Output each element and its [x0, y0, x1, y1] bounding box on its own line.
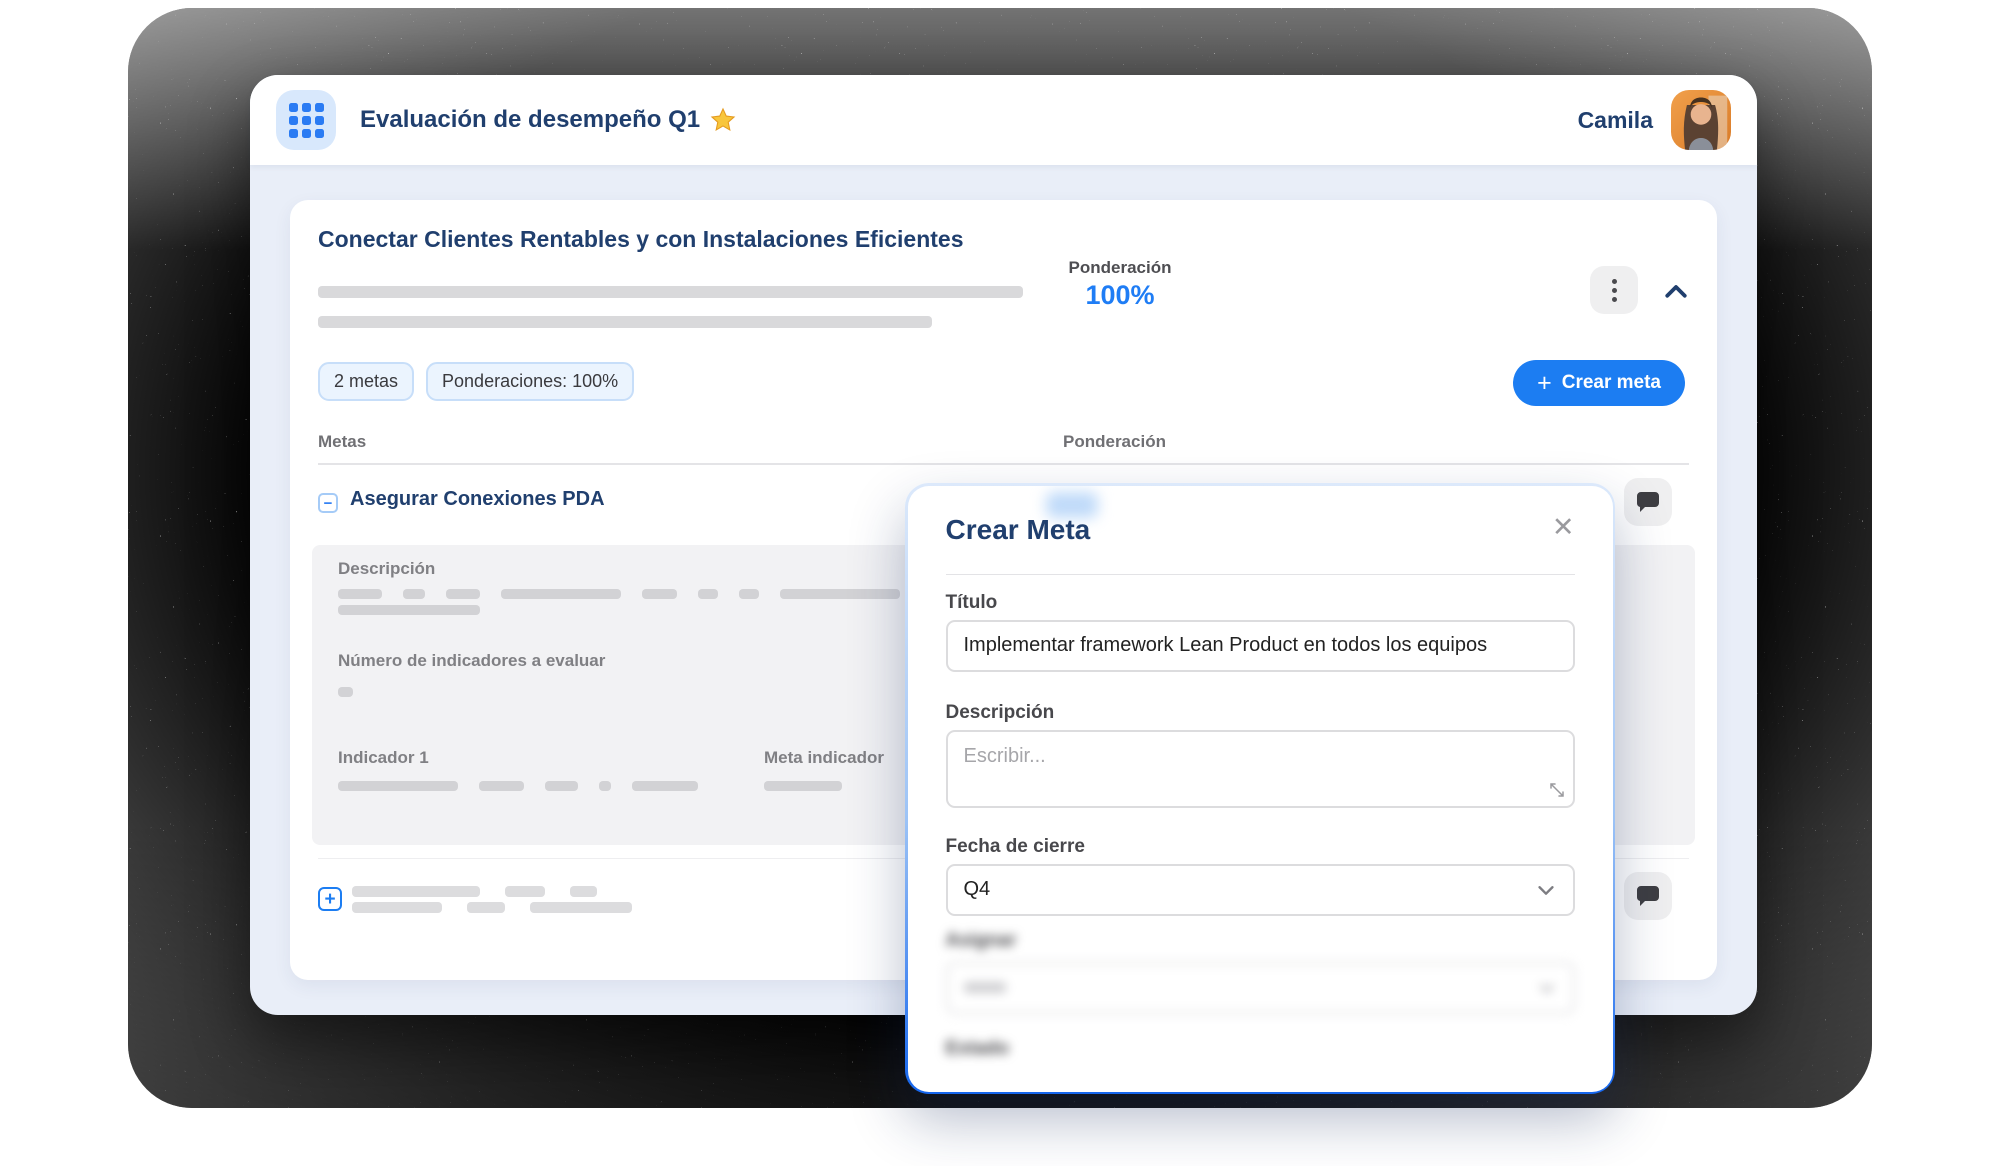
goal-count-badge: 2 metas — [318, 362, 414, 401]
plus-icon: + — [1537, 371, 1552, 396]
asignar-value-placeholder — [964, 982, 1006, 993]
skeleton-bar — [352, 902, 442, 913]
skeleton-bar — [764, 781, 842, 791]
comment-icon — [1636, 885, 1660, 907]
skeleton-bar — [739, 589, 759, 599]
skeleton-bar — [599, 781, 611, 791]
titulo-label: Título — [946, 592, 998, 614]
skeleton-bar — [642, 589, 677, 599]
asignar-select[interactable] — [946, 962, 1575, 1014]
skeleton-bar — [352, 886, 480, 897]
fecha-cierre-value: Q4 — [964, 878, 991, 901]
descripcion-textarea[interactable] — [946, 730, 1575, 808]
expand-goal-button[interactable]: + — [318, 887, 342, 911]
skeleton-bar — [632, 781, 698, 791]
indicators-count-label: Número de indicadores a evaluar — [338, 651, 605, 671]
skeleton-bar — [338, 589, 382, 599]
weight-label: Ponderación — [1035, 258, 1205, 278]
kebab-icon — [1612, 297, 1617, 302]
skeleton-bar — [403, 589, 425, 599]
fecha-cierre-select[interactable]: Q4 — [946, 864, 1575, 916]
goal-comment-button[interactable] — [1624, 478, 1672, 526]
goal-row-title: Asegurar Conexiones PDA — [350, 488, 605, 511]
collapse-goal-button[interactable]: − — [318, 493, 338, 513]
asignar-label: Asignar — [946, 930, 1575, 952]
goal-comment-button[interactable] — [1624, 872, 1672, 920]
kebab-icon — [1612, 279, 1617, 284]
plus-icon: + — [324, 890, 335, 909]
skeleton-bar — [338, 687, 353, 697]
skeleton-bar — [505, 886, 545, 897]
user-name: Camila — [1578, 107, 1653, 134]
skeleton-bar — [446, 589, 480, 599]
chevron-down-icon — [1535, 879, 1557, 901]
skeleton-bar — [530, 902, 632, 913]
objective-badges: 2 metas Ponderaciones: 100% — [318, 362, 634, 401]
weights-badge: Ponderaciones: 100% — [426, 362, 634, 401]
titulo-input[interactable] — [946, 620, 1575, 672]
objective-menu-button[interactable] — [1590, 266, 1638, 314]
modal-divider — [946, 574, 1575, 575]
skeleton-bar — [338, 781, 458, 791]
indicator-label: Indicador 1 — [338, 748, 429, 768]
skeleton-bar — [479, 781, 524, 791]
modal-body: Crear Meta ✕ Título Descripción Fecha de… — [908, 486, 1613, 1092]
app-grid-button[interactable] — [276, 90, 336, 150]
close-icon[interactable]: ✕ — [1552, 514, 1575, 541]
skeleton-bar — [698, 589, 718, 599]
descripcion-field — [946, 730, 1575, 808]
topbar: Evaluación de desempeño Q1 Camila — [250, 75, 1757, 165]
objective-weight: Ponderación 100% — [1035, 258, 1205, 311]
create-goal-button[interactable]: + Crear meta — [1513, 360, 1685, 406]
grid-icon — [289, 103, 324, 138]
page-title: Evaluación de desempeño Q1 — [360, 106, 736, 134]
create-goal-label: Crear meta — [1562, 372, 1661, 394]
meta-indicator-label: Meta indicador — [764, 748, 884, 768]
chevron-down-icon — [1537, 978, 1557, 998]
description-label: Descripción — [338, 559, 435, 579]
table-divider — [318, 463, 1689, 465]
modal-title: Crear Meta — [946, 514, 1091, 546]
page: Evaluación de desempeño Q1 Camila — [0, 0, 2000, 1166]
topbar-user: Camila — [1578, 90, 1731, 150]
minus-icon: − — [324, 496, 333, 511]
column-header-goals: Metas — [318, 432, 366, 452]
weight-value: 100% — [1035, 280, 1205, 311]
collapsed-goal-skeleton — [352, 886, 632, 918]
chevron-up-icon — [1661, 277, 1691, 307]
column-header-weight: Ponderación — [1063, 432, 1166, 452]
page-title-text: Evaluación de desempeño Q1 — [360, 106, 700, 134]
skeleton-bar — [570, 886, 597, 897]
avatar[interactable] — [1671, 90, 1731, 150]
kebab-icon — [1612, 288, 1617, 293]
skeleton-bar — [467, 902, 505, 913]
skeleton-row — [338, 781, 698, 791]
skeleton-bar — [318, 316, 932, 328]
create-goal-modal: Crear Meta ✕ Título Descripción Fecha de… — [905, 483, 1615, 1094]
resize-icon[interactable] — [1549, 782, 1565, 798]
skeleton-bar — [318, 286, 1023, 298]
blurred-fields: Asignar Estado — [908, 930, 1613, 1090]
skeleton-bar — [501, 589, 621, 599]
estado-label: Estado — [946, 1038, 1575, 1060]
comment-icon — [1636, 491, 1660, 513]
star-icon — [710, 107, 736, 133]
skeleton-bar — [780, 589, 900, 599]
fecha-cierre-label: Fecha de cierre — [946, 836, 1085, 858]
collapse-objective-button[interactable] — [1656, 272, 1696, 312]
objective-title: Conectar Clientes Rentables y con Instal… — [318, 226, 1038, 253]
descripcion-label: Descripción — [946, 702, 1055, 724]
skeleton-bar — [338, 605, 480, 615]
skeleton-bar — [545, 781, 578, 791]
